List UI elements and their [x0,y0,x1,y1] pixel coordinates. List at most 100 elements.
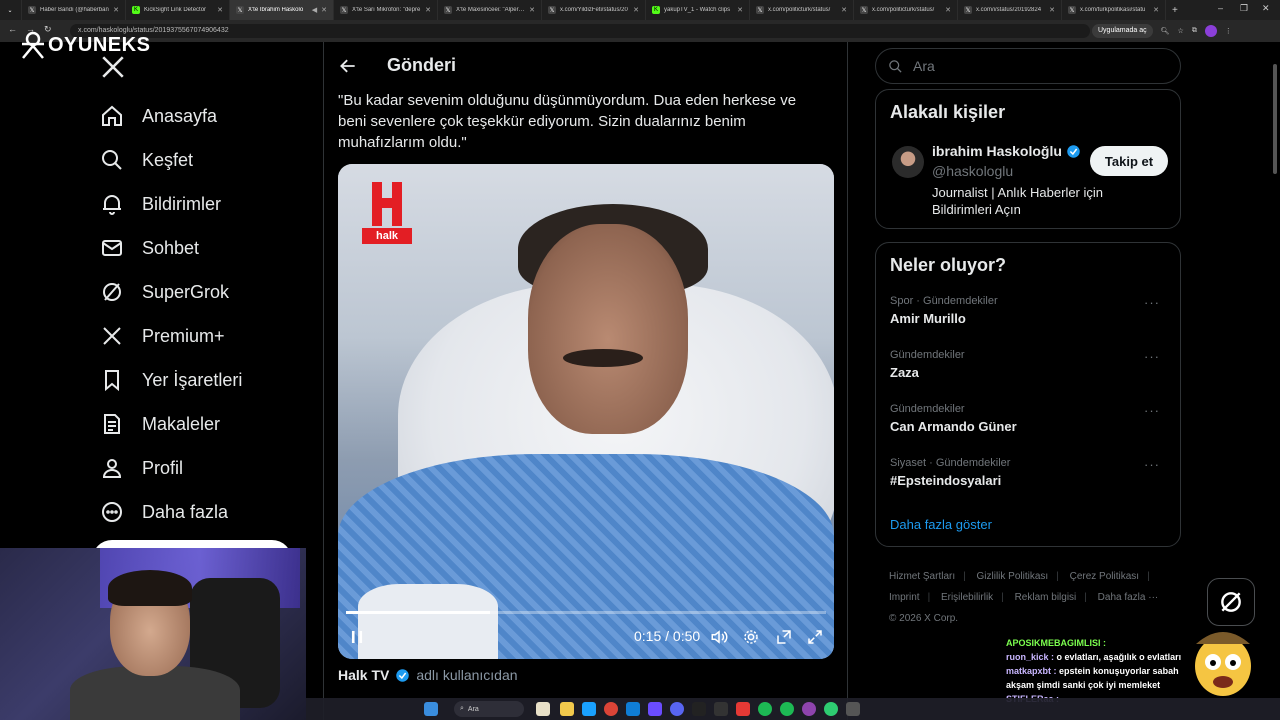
close-icon[interactable]: ✕ [841,6,847,14]
close-icon[interactable]: ✕ [737,6,743,14]
minimize-icon[interactable]: – [1218,3,1223,13]
browser-tab[interactable]: 𝕏x.com/turkpolitikasi/statu ✕ [1062,0,1166,20]
related-user-name[interactable]: ibrahim Haskoloğlu [932,143,1081,159]
footer-link[interactable]: Erişilebilirlik [941,592,993,603]
close-icon[interactable]: ✕ [529,6,535,14]
taskbar-app-icon[interactable] [846,702,860,716]
close-icon[interactable]: ✕ [425,6,431,14]
nav-item-supergrok[interactable]: SuperGrok [100,277,229,307]
open-in-app-badge[interactable]: Uygulamada aç [1092,24,1153,38]
related-user-handle[interactable]: @haskologlu [932,163,1013,179]
nav-item-bookmarks[interactable]: Yer İşaretleri [100,365,242,395]
extensions-icon[interactable]: ⧉ [1192,27,1197,35]
browser-tab-active[interactable]: 𝕏 X'te İbrahim Haskolo ◀ ✕ [230,0,334,20]
window-close-icon[interactable]: ✕ [1262,3,1270,14]
pause-button[interactable] [348,628,364,644]
speaker-icon[interactable]: ◀ [312,6,317,14]
trend-item[interactable]: Siyaset · Gündemdekiler #Epsteindosyalar… [890,457,1168,488]
browser-tab[interactable]: KyakupTV_1 - Watch clips ✕ [646,0,750,20]
picture-in-picture-button[interactable] [775,628,793,651]
chat-text: o evlatları, aşağılık o evlatları [1056,652,1182,662]
close-icon[interactable]: ✕ [945,6,951,14]
discord-icon[interactable] [670,702,684,716]
footer-link[interactable]: Çerez Politikası [1070,571,1139,582]
chrome-icon[interactable] [604,702,618,716]
back-arrow-icon[interactable] [338,56,358,76]
nav-item-profile[interactable]: Profil [100,453,183,483]
credit-name[interactable]: Halk TV [338,667,389,683]
star-icon[interactable]: ☆ [1178,27,1184,35]
browser-tab[interactable]: 𝕏 X'te Sarı Mikrofon: "depre ✕ [334,0,438,20]
nav-item-articles[interactable]: Makaleler [100,409,220,439]
search-box[interactable] [875,48,1181,84]
footer-link[interactable]: Imprint [889,592,920,603]
footer-separator: | [1147,571,1150,582]
trend-item[interactable]: Gündemdekiler Zaza ··· [890,349,1168,380]
taskbar-app-icon[interactable] [736,702,750,716]
windows-start-icon[interactable] [424,702,438,716]
footer-link[interactable]: Gizlilik Politikası [977,571,1049,582]
more-options-icon[interactable]: ··· [1144,295,1160,310]
edge-icon[interactable] [626,702,640,716]
nav-item-explore[interactable]: Keşfet [100,145,193,175]
close-icon[interactable]: ✕ [633,6,639,14]
grok-button[interactable] [1207,578,1255,626]
footer-link[interactable]: Reklam bilgisi [1015,592,1077,603]
taskbar-app-icon[interactable] [582,702,596,716]
close-icon[interactable]: ✕ [1049,6,1055,14]
more-options-icon[interactable]: ··· [1144,457,1160,472]
profile-avatar[interactable] [1204,25,1217,37]
browser-menu[interactable]: ⌄ [0,0,22,20]
taskbar-app-icon[interactable] [714,702,728,716]
address-bar[interactable]: x.com/haskologlu/status/2019375567074906… [70,24,1090,38]
scrollbar-thumb[interactable] [1273,64,1277,174]
page-scrollbar[interactable] [1272,42,1278,698]
taskbar-search[interactable]: ⌕ Ara [454,701,524,717]
close-icon[interactable]: ✕ [113,6,119,14]
settings-button[interactable] [742,628,760,651]
follow-button[interactable]: Takip et [1090,146,1168,176]
new-tab-icon[interactable]: + [1172,5,1178,16]
close-icon[interactable]: ✕ [217,6,223,14]
browser-tab[interactable]: 𝕏 Haber Bandı (@haberban ✕ [22,0,126,20]
taskbar-widget-icon[interactable] [536,702,550,716]
taskbar-app-icon[interactable] [692,702,706,716]
trend-item[interactable]: Gündemdekiler Can Armando Güner ··· [890,403,1168,434]
video-progress-bar[interactable] [346,611,826,614]
nav-item-home[interactable]: Anasayfa [100,101,217,131]
browser-tab[interactable]: 𝕏x.com/i/status/20192824 ✕ [958,0,1062,20]
spotify-icon[interactable] [780,702,794,716]
nav-item-premium[interactable]: Premium+ [100,321,225,351]
more-options-icon[interactable]: ··· [1144,349,1160,364]
avatar[interactable] [892,146,924,178]
maximize-icon[interactable]: ❐ [1240,3,1248,14]
menu-icon[interactable]: ⋮ [1225,27,1232,35]
taskbar-app-icon[interactable] [802,702,816,716]
close-icon[interactable]: ✕ [321,6,327,14]
nav-item-messages[interactable]: Sohbet [100,233,199,263]
volume-button[interactable] [710,628,728,651]
back-nav-icon[interactable]: ← [8,24,17,34]
browser-tab[interactable]: K KickSight Link Detector ✕ [126,0,230,20]
video-player[interactable]: halk 0:15 / 0:50 [338,164,834,659]
folder-icon[interactable] [560,702,574,716]
x-logo-icon[interactable] [100,54,126,80]
footer-link[interactable]: Daha fazla ··· [1098,592,1159,603]
show-more-link[interactable]: Daha fazla göster [890,517,992,532]
zoom-icon[interactable]: 🔍︎ [1161,27,1170,35]
close-icon[interactable]: ✕ [1153,6,1159,14]
browser-tab[interactable]: 𝕏x.com/politicturk/status/ ✕ [750,0,854,20]
trend-item[interactable]: Spor · Gündemdekiler Amir Murillo ··· [890,295,1168,326]
taskbar-app-icon[interactable] [648,702,662,716]
more-options-icon[interactable]: ··· [1144,403,1160,418]
nav-item-notifications[interactable]: Bildirimler [100,189,221,219]
taskbar-app-icon[interactable] [758,702,772,716]
taskbar-app-icon[interactable] [824,702,838,716]
browser-tab[interactable]: 𝕏 X'te Maxisinceei: "Alperen ✕ [438,0,542,20]
search-input[interactable] [913,58,1153,74]
fullscreen-button[interactable] [806,628,824,651]
browser-tab[interactable]: 𝕏x.com/politicturk/status/ ✕ [854,0,958,20]
browser-tab[interactable]: 𝕏x.com/YildizFeti/status/20 ✕ [542,0,646,20]
nav-item-more[interactable]: Daha fazla [100,497,228,527]
footer-link[interactable]: Hizmet Şartları [889,571,955,582]
